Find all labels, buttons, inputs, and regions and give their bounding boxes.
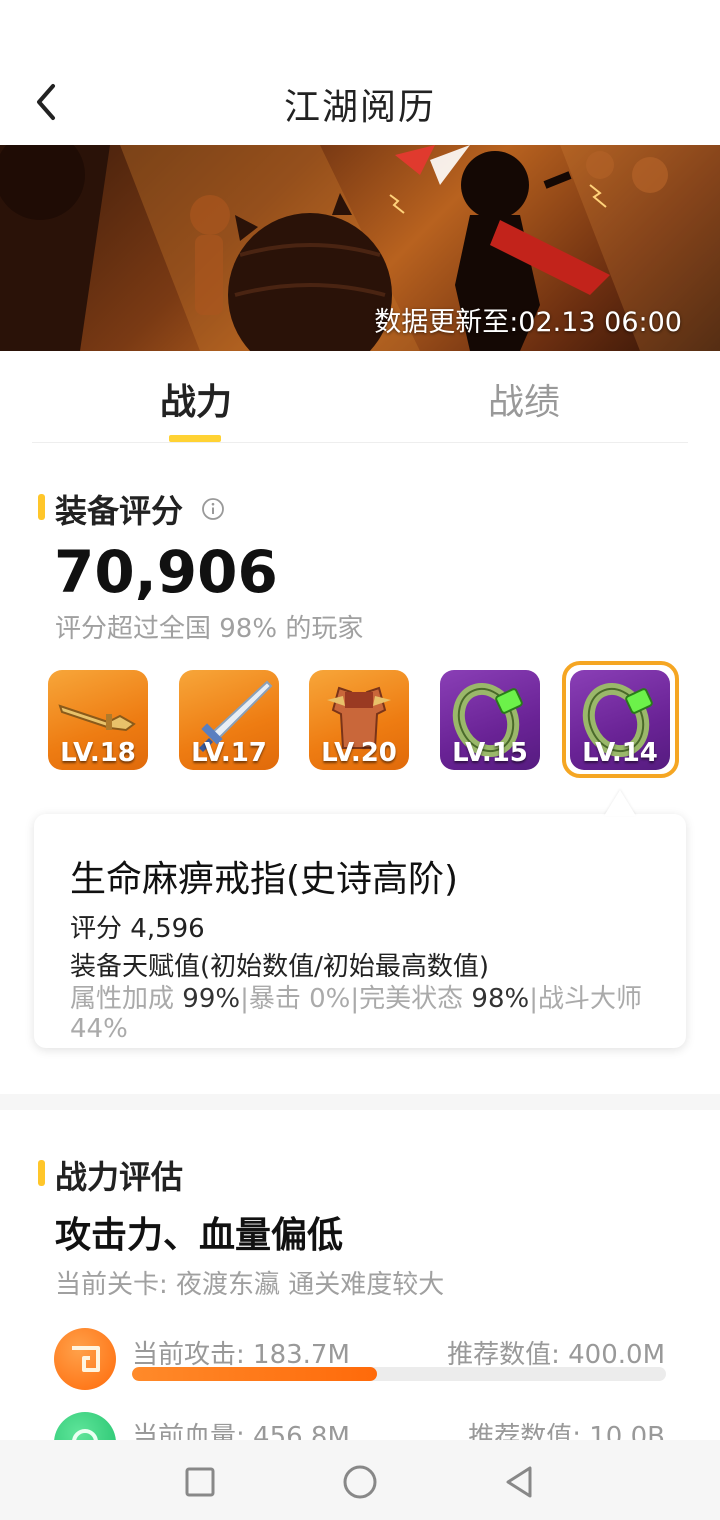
equipment-slot-5[interactable]: LV.14 <box>570 670 670 770</box>
assessment-stage-info: 当前关卡: 夜渡东瀛 通关难度较大 <box>55 1270 445 1300</box>
equipment-level: LV.18 <box>60 738 136 768</box>
equipment-level: LV.15 <box>452 738 528 768</box>
section-accent-bar <box>38 494 45 520</box>
equipment-level: LV.14 <box>582 738 658 768</box>
equipment-slot-3[interactable]: LV.20 <box>309 670 409 770</box>
equipment-score-value: 70,906 <box>54 538 278 606</box>
equipment-attributes: 属性加成 99%|暴击 0%|完美状态 98%|战斗大师 44% <box>70 984 642 1044</box>
hero-banner: 数据更新至:02.13 06:00 <box>0 145 720 351</box>
home-icon[interactable] <box>340 1462 380 1502</box>
attack-icon <box>54 1328 116 1390</box>
section-accent-bar <box>38 1160 45 1186</box>
power-assessment-title: 战力评估 <box>55 1158 184 1196</box>
tab-bar: 战力 战绩 <box>32 351 688 443</box>
attack-progress-bar <box>132 1367 666 1381</box>
equipment-level: LV.17 <box>191 738 267 768</box>
recommended-attack: 推荐数值: 400.0M <box>447 1340 665 1370</box>
equipment-score-title: 装备评分 <box>55 492 184 530</box>
equipment-talent-label: 装备天赋值(初始数值/初始最高数值) <box>70 952 490 982</box>
recent-apps-icon[interactable] <box>180 1462 220 1502</box>
equipment-name: 生命麻痹戒指(史诗高阶) <box>70 859 459 900</box>
data-update-time: 数据更新至:02.13 06:00 <box>374 307 682 338</box>
equipment-level: LV.20 <box>321 738 397 768</box>
section-divider <box>0 1094 720 1110</box>
top-bar: 江湖阅历 <box>0 0 720 145</box>
equipment-detail-card: 生命麻痹戒指(史诗高阶) 评分 4,596 装备天赋值(初始数值/初始最高数值)… <box>34 814 686 1048</box>
equipment-slot-4[interactable]: LV.15 <box>440 670 540 770</box>
page-title: 江湖阅历 <box>283 87 436 128</box>
equipment-item-score: 评分 4,596 <box>70 914 205 944</box>
equipment-slot-1[interactable]: LV.18 <box>48 670 148 770</box>
system-nav-bar <box>0 1440 720 1520</box>
attack-progress-fill <box>132 1367 378 1381</box>
tab-power[interactable]: 战力 <box>160 373 232 425</box>
equipment-slot-2[interactable]: LV.17 <box>179 670 279 770</box>
active-tab-indicator <box>169 435 221 442</box>
equipment-score-rank: 评分超过全国 98% 的玩家 <box>55 614 364 644</box>
assessment-headline: 攻击力、血量偏低 <box>55 1215 344 1256</box>
back-nav-icon[interactable] <box>500 1462 540 1502</box>
popover-arrow <box>604 790 636 816</box>
tab-record[interactable]: 战绩 <box>488 373 560 425</box>
info-icon[interactable] <box>201 497 225 521</box>
current-attack: 当前攻击: 183.7M <box>132 1340 350 1370</box>
